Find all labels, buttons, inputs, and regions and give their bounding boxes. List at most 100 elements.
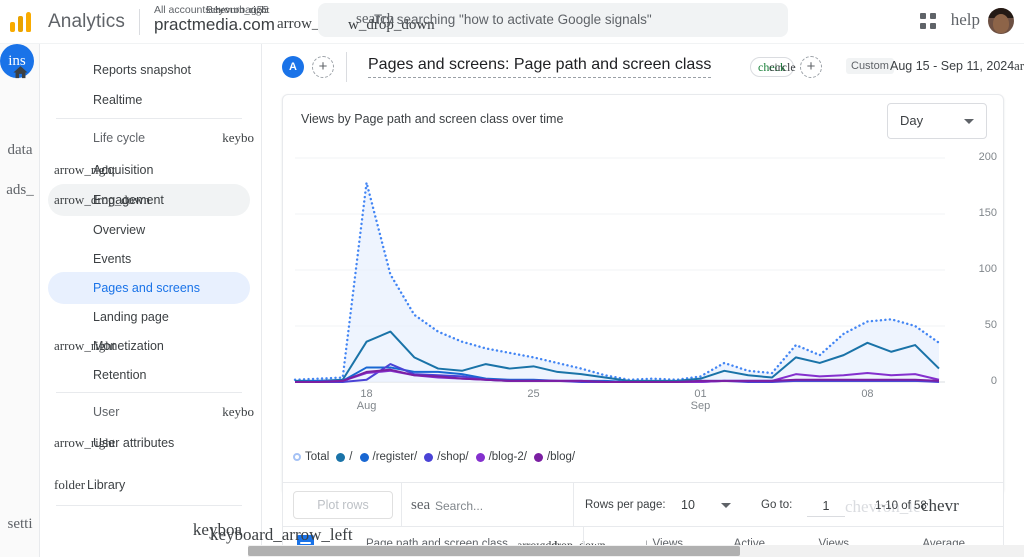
- sidebar-item-landing-page[interactable]: Landing page: [48, 301, 250, 333]
- keyboard-arrow-left-icon: keyboard_arrow_left: [210, 525, 353, 544]
- sidebar-item-label: Realtime: [93, 93, 143, 107]
- y-axis-tick: 100: [978, 263, 997, 275]
- y-axis-tick: 200: [978, 151, 997, 163]
- chart-plot-area: 0 50 100 150 200 18 Aug 25 01 Sep 08: [283, 150, 1005, 430]
- top-bar: Analytics All accountschevron_right Beyo…: [0, 0, 1024, 44]
- date-range-picker[interactable]: Aug 15 - Sep 11, 2024: [890, 59, 1014, 73]
- sidebar-item-label: Landing page: [93, 310, 169, 324]
- account-selector[interactable]: All accountschevron_right Beyourbag55 pr…: [153, 2, 388, 42]
- custom-badge: Custom: [846, 58, 894, 74]
- chevron-down-icon[interactable]: [721, 503, 731, 508]
- settings-icon[interactable]: setti: [0, 516, 40, 533]
- plot-rows-button[interactable]: Plot rows: [293, 491, 393, 519]
- legend-item[interactable]: Total: [293, 451, 329, 463]
- horizontal-scrollbar[interactable]: [248, 545, 1024, 557]
- search-icon: sea: [411, 497, 431, 513]
- folder-icon: folder: [54, 477, 86, 492]
- x-axis-tick: 25: [527, 388, 540, 400]
- add-comparison-button[interactable]: +: [312, 56, 334, 78]
- data-icon[interactable]: data: [0, 142, 40, 159]
- y-axis-tick: 150: [978, 207, 997, 219]
- page-title[interactable]: Pages and screens: Page path and screen …: [368, 56, 712, 78]
- legend-color-dot: [424, 452, 434, 462]
- legend-label: /blog-2/: [488, 451, 527, 463]
- sidebar-item-library[interactable]: folder Library: [48, 469, 250, 501]
- chevron-right-icon[interactable]: chevr: [921, 496, 959, 516]
- help-icon[interactable]: help: [951, 10, 980, 30]
- sidebar-item-pages-and-screens[interactable]: Pages and screens: [48, 272, 250, 304]
- sidebar-item-overview[interactable]: Overview: [48, 214, 250, 246]
- comparison-avatar[interactable]: A: [282, 56, 304, 78]
- avatar[interactable]: [988, 8, 1014, 34]
- sidebar-item-retention[interactable]: Retention: [48, 359, 250, 391]
- legend-label: /blog/: [546, 451, 576, 463]
- legend-color-dot: [533, 452, 543, 462]
- sidebar-section-user[interactable]: User keybo: [48, 396, 254, 428]
- sidebar-item-reports-snapshot[interactable]: Reports snapshot: [48, 54, 250, 86]
- keyboard-arrow-icon: keybo: [222, 130, 254, 145]
- x-axis-tick: 18 Aug: [356, 388, 377, 412]
- home-icon[interactable]: [0, 64, 40, 86]
- main-content: A + Pages and screens: Page path and scr…: [262, 44, 1024, 557]
- legend-item[interactable]: /shop/: [424, 451, 469, 463]
- legend-item[interactable]: /register/: [359, 451, 417, 463]
- icon-rail: ins data ads_ setti: [0, 44, 40, 557]
- sidebar-item-label: Reports snapshot: [93, 63, 191, 77]
- avatar-face: [993, 14, 1009, 33]
- chart-legend[interactable]: Total / /register/ /shop/ /blog-2/ /blog/: [293, 451, 575, 463]
- legend-label: Total: [305, 451, 330, 463]
- analytics-app: Analytics All accountschevron_right Beyo…: [0, 0, 1024, 557]
- brand-label: Analytics: [48, 10, 125, 32]
- divider: [573, 483, 574, 527]
- google-analytics-logo-icon: [10, 9, 36, 35]
- sidebar-item-engagement[interactable]: arrow_drop_down Engagement: [48, 184, 250, 216]
- sidebar-item-label: Events: [93, 252, 132, 266]
- sidebar-item-realtime[interactable]: Realtime: [48, 84, 250, 116]
- divider: [346, 52, 347, 82]
- sidebar-item-label: Retention: [93, 368, 147, 382]
- legend-item[interactable]: /blog-2/: [475, 451, 527, 463]
- sidebar-item-label: Overview: [93, 223, 146, 237]
- sidebar-item-label: Acquisition: [93, 163, 154, 177]
- divider: [56, 392, 242, 393]
- global-search[interactable]: search w_drop_down Try searching "how to…: [318, 3, 788, 37]
- check-icon-overlap: circle: [769, 60, 796, 74]
- divider: [56, 505, 242, 506]
- report-header: A + Pages and screens: Page path and scr…: [262, 44, 1024, 94]
- granularity-select[interactable]: Day: [887, 103, 987, 139]
- sidebar-item-user-attributes[interactable]: arrow_right User attributes: [48, 427, 250, 459]
- date-arrow-icon: ar: [1014, 58, 1024, 73]
- rows-per-page-select[interactable]: 10: [681, 498, 695, 512]
- legend-item[interactable]: /blog/: [533, 451, 576, 463]
- sidebar-item-label: Pages and screens: [93, 281, 201, 295]
- scrollbar-thumb[interactable]: [248, 546, 740, 556]
- legend-color-dot: [336, 452, 346, 462]
- sidebar-section-label: Life cycle: [93, 131, 146, 145]
- y-axis-tick: 0: [990, 375, 997, 387]
- search-input[interactable]: Try searching "how to activate Google si…: [374, 12, 652, 27]
- divider: [138, 8, 140, 35]
- chart-card: Views by Page path and screen class over…: [282, 94, 1004, 494]
- x-axis-tick: 08: [861, 388, 874, 400]
- goto-input[interactable]: 1: [807, 495, 845, 517]
- legend-label: /shop/: [437, 451, 469, 463]
- search-input[interactable]: Search...: [435, 499, 483, 513]
- keyboard-arrow-icon: keybo: [222, 404, 254, 419]
- legend-item[interactable]: /: [336, 451, 353, 463]
- sidebar-item-acquisition[interactable]: arrow_right Acquisition: [48, 154, 250, 186]
- table-controls: Plot rows sea Search... Rows per page: 1…: [282, 482, 1004, 527]
- sidebar-item-label: Monetization: [93, 339, 164, 353]
- sidebar-item-monetization[interactable]: arrow_right Monetization: [48, 330, 250, 362]
- add-filter-button[interactable]: +: [800, 56, 822, 78]
- line-chart[interactable]: [283, 150, 1005, 430]
- sidebar-section-life-cycle[interactable]: Life cycle keybo: [48, 122, 254, 154]
- status-badge[interactable]: check circle: [750, 57, 796, 77]
- apps-grid-icon[interactable]: [920, 13, 936, 29]
- sidebar-item-events[interactable]: Events: [48, 243, 250, 275]
- property-name: practmedia.com: [153, 14, 275, 34]
- divider: [401, 483, 402, 527]
- pagination-count: 1-10 of 58: [875, 500, 927, 512]
- divider: [56, 118, 242, 119]
- ads-icon[interactable]: ads_: [0, 182, 40, 199]
- sidebar-section-label: User: [93, 405, 120, 419]
